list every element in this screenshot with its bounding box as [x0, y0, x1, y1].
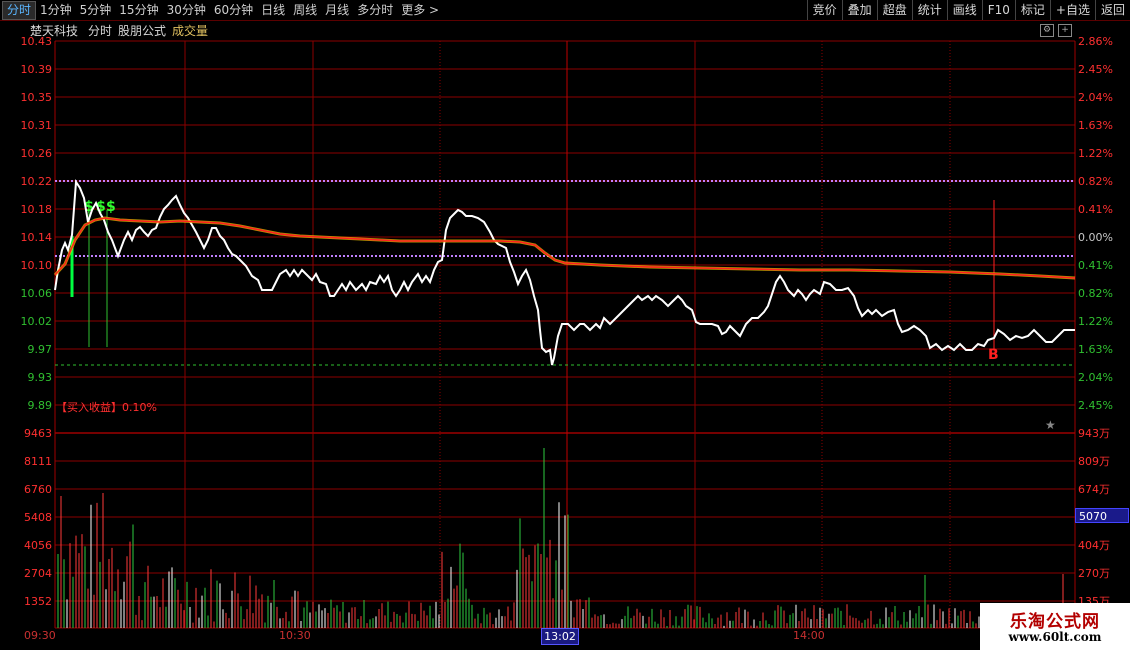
- price-axis-label: 10.39: [21, 63, 53, 76]
- percent-axis-label: 2.45%: [1078, 63, 1113, 76]
- volume-right-axis-label: 270万: [1078, 567, 1110, 580]
- volume-indicator-label[interactable]: 成交量: [172, 22, 208, 39]
- percent-axis-label: 2.04%: [1078, 91, 1113, 104]
- volume-right-axis-label: 943万: [1078, 427, 1110, 440]
- volume-axis-label: 2704: [24, 567, 52, 580]
- price-axis-label: 10.35: [21, 91, 53, 104]
- percent-axis-label: 1.22%: [1078, 147, 1113, 160]
- volume-axis-label: 9463: [24, 427, 52, 440]
- watermark-title: 乐淘公式网: [1010, 612, 1100, 632]
- percent-axis-label: 2.04%: [1078, 371, 1113, 384]
- intraday-chart[interactable]: $ $ $B★ 10.4310.3910.3510.3110.2610.2210.1…: [0, 0, 1130, 650]
- time-tick-1400: 14:00: [793, 629, 825, 642]
- watermark-logo: 乐淘公式网 www.60lt.com: [980, 603, 1130, 650]
- volume-right-axis-label: 809万: [1078, 455, 1110, 468]
- percent-axis-label: 2.45%: [1078, 399, 1113, 412]
- percent-axis-label: 1.22%: [1078, 315, 1113, 328]
- price-axis-label: 9.97: [28, 343, 53, 356]
- tab-period-0[interactable]: 分时: [2, 0, 37, 20]
- price-axis-label: 10.10: [21, 259, 53, 272]
- tab-period-2[interactable]: 5分钟: [76, 0, 116, 20]
- volume-right-axis-label: 404万: [1078, 539, 1110, 552]
- volume-axis-label: 8111: [24, 455, 52, 468]
- stock-name[interactable]: 楚天科技: [30, 22, 78, 39]
- toolbar-button-8[interactable]: 返回: [1094, 0, 1130, 20]
- volume-axis-label: 5408: [24, 511, 52, 524]
- tab-period-3[interactable]: 15分钟: [115, 0, 162, 20]
- info-bar: 楚天科技 分时 股朋公式 成交量: [0, 21, 1130, 39]
- price-axis-label: 10.14: [21, 231, 53, 244]
- percent-axis-label: 0.82%: [1078, 175, 1113, 188]
- tab-period-4[interactable]: 30分钟: [163, 0, 210, 20]
- price-axis-label: 10.26: [21, 147, 53, 160]
- toolbar-button-5[interactable]: F10: [981, 0, 1015, 20]
- percent-axis-label: 1.63%: [1078, 119, 1113, 132]
- period-label: 分时: [88, 23, 113, 38]
- toolbar-button-2[interactable]: 超盘: [876, 0, 912, 20]
- tab-period-5[interactable]: 60分钟: [210, 0, 257, 20]
- star-icon: ★: [1045, 418, 1056, 432]
- toolbar-button-4[interactable]: 画线: [946, 0, 982, 20]
- toolbar-buttons: 竞价 叠加 超盘 统计 画线 F10 标记 +自选 返回: [806, 0, 1130, 20]
- price-axis-label: 10.31: [21, 119, 53, 132]
- buy-return-label: 【买入收益】0.10%: [56, 401, 157, 414]
- tab-period-1[interactable]: 1分钟: [36, 0, 76, 20]
- price-axis-label: 10.22: [21, 175, 53, 188]
- watermark-url: www.60lt.com: [1008, 630, 1102, 644]
- volume-current-badge: 5070: [1075, 508, 1129, 523]
- tab-period-7[interactable]: 周线: [289, 0, 321, 20]
- dollar-signal-dollar3: $: [106, 199, 116, 215]
- volume-axis-label: 6760: [24, 483, 52, 496]
- add-icon[interactable]: +: [1058, 24, 1072, 37]
- time-tick-open: 09:30: [24, 629, 56, 642]
- volume-axis-label: 1352: [24, 595, 52, 608]
- price-axis-label: 10.06: [21, 287, 53, 300]
- period-toolbar: 分时 1分钟 5分钟 15分钟 30分钟 60分钟 日线 周线 月线 多分时 更多 > 竞价 叠加 超盘…: [0, 0, 1130, 21]
- volume-right-axis-label: 674万: [1078, 483, 1110, 496]
- percent-axis-label: 0.41%: [1078, 203, 1113, 216]
- price-axis-label: 9.89: [28, 399, 53, 412]
- percent-axis-label: 0.82%: [1078, 287, 1113, 300]
- price-axis-label: 9.93: [28, 371, 53, 384]
- toolbar-button-7[interactable]: +自选: [1049, 0, 1095, 20]
- toolbar-button-3[interactable]: 统计: [911, 0, 947, 20]
- price-axis-label: 10.18: [21, 203, 53, 216]
- tab-period-9[interactable]: 多分时: [353, 0, 397, 20]
- tab-period-6[interactable]: 日线: [257, 0, 289, 20]
- crosshair-time-badge: 13:02: [541, 628, 579, 645]
- settings-icon[interactable]: ⚙: [1040, 24, 1054, 37]
- toolbar-button-0[interactable]: 竞价: [806, 0, 842, 20]
- average-price-line: [54, 217, 1076, 279]
- percent-axis-label: 1.63%: [1078, 343, 1113, 356]
- time-tick-1030: 10:30: [279, 629, 311, 642]
- tab-period-8[interactable]: 月线: [321, 0, 353, 20]
- volume-axis-label: 4056: [24, 539, 52, 552]
- percent-axis-label: 0.41%: [1078, 259, 1113, 272]
- buy-marker: B: [988, 347, 999, 363]
- average-line-glow: [53, 216, 1076, 280]
- period-tabs: 分时 1分钟 5分钟 15分钟 30分钟 60分钟 日线 周线 月线 多分时 更多 >: [2, 0, 443, 20]
- price-axis-label: 10.02: [21, 315, 53, 328]
- tab-period-10[interactable]: 更多 >: [397, 0, 443, 20]
- formula-label[interactable]: 股朋公式: [118, 22, 166, 39]
- toolbar-button-1[interactable]: 叠加: [841, 0, 877, 20]
- toolbar-button-6[interactable]: 标记: [1014, 0, 1050, 20]
- percent-axis-label: 0.00%: [1078, 231, 1113, 244]
